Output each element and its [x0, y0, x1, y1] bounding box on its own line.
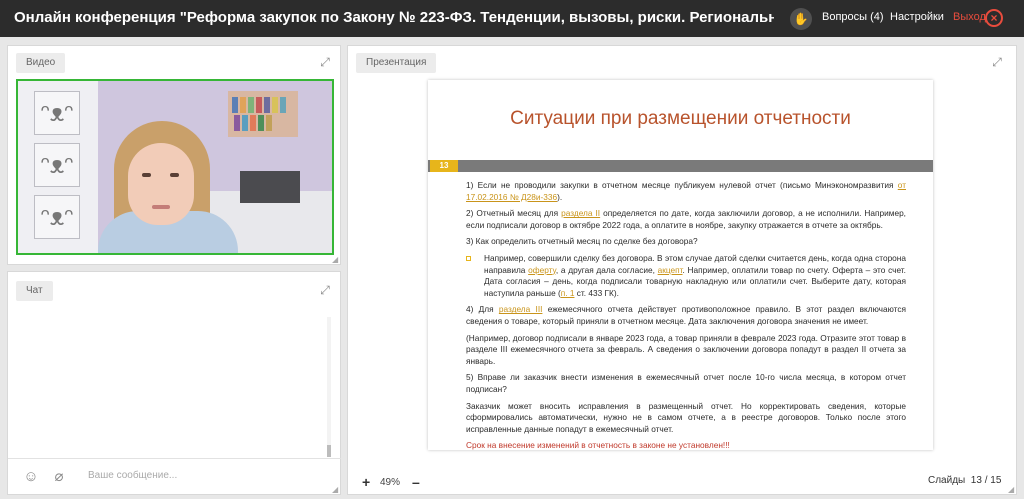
top-bar: Онлайн конференция "Реформа закупок по З… — [0, 0, 1024, 37]
slide-paragraph: Заказчик может вносить исправления в раз… — [466, 400, 906, 434]
expand-icon[interactable]: ⤢ — [988, 53, 1006, 71]
current-slide: 13 — [970, 475, 982, 486]
slide-link[interactable]: п. 1 — [561, 288, 575, 298]
tab-chat[interactable]: Чат — [16, 281, 53, 301]
total-slides: 15 — [990, 475, 1002, 486]
questions-button[interactable]: Вопросы (4) — [822, 11, 884, 23]
slide-paragraph: 2) Отчетный месяц для раздела II определ… — [466, 208, 906, 230]
slide-link[interactable]: раздела II — [561, 208, 600, 218]
chat-input-bar: ☺ ⌀ Ваше сообщение... — [8, 458, 341, 494]
tab-presentation[interactable]: Презентация — [356, 53, 437, 73]
close-circle-icon[interactable]: × — [985, 9, 1003, 27]
settings-button[interactable]: Настройки — [890, 11, 944, 23]
presentation-slide: Ситуации при размещении отчетности 13 1)… — [428, 80, 933, 450]
slide-title: Ситуации при размещении отчетности — [510, 108, 851, 129]
slide-link[interactable]: акцепт — [658, 265, 683, 275]
video-panel: Видео ⤢ ᵔᴥᵔ ᵔᴥᵔ ᵔᴥᵔ ◢ — [7, 45, 341, 265]
slide-footer-note: Срок на внесение изменений в отчетность … — [466, 440, 730, 450]
slide-divider — [428, 160, 933, 172]
zoom-out-button[interactable]: – — [412, 474, 420, 490]
presentation-panel: Презентация ⤢ Ситуации при размещении от… — [347, 45, 1017, 495]
expand-icon[interactable]: ⤢ — [316, 53, 334, 71]
slide-number-badge: 13 — [430, 160, 458, 172]
slide-counter: Слайды 13 / 15 — [928, 475, 1002, 486]
slide-paragraph: 1) Если не проводили закупки в отчетном … — [466, 180, 906, 202]
hand-icon[interactable]: ✋ — [790, 8, 812, 30]
slide-paragraph: 5) Вправе ли заказчик внести изменения в… — [466, 372, 906, 394]
exit-button[interactable]: Выход — [953, 11, 986, 23]
emoji-icon[interactable]: ☺ — [22, 468, 40, 486]
expand-icon[interactable]: ⤢ — [316, 281, 334, 299]
slide-paragraph: 4) Для раздела III ежемесячного отчета д… — [466, 304, 906, 326]
bullet-square-icon — [466, 255, 471, 261]
video-stream: ᵔᴥᵔ ᵔᴥᵔ ᵔᴥᵔ — [16, 79, 334, 255]
chat-scrollbar[interactable] — [327, 317, 331, 457]
slide-bullet: Например, совершили сделку без договора.… — [466, 253, 906, 299]
message-input[interactable]: Ваше сообщение... — [88, 470, 177, 481]
chat-panel: Чат ⤢ ☺ ⌀ Ваше сообщение... ◢ — [7, 271, 341, 495]
tab-video[interactable]: Видео — [16, 53, 66, 73]
conference-title: Онлайн конференция "Реформа закупок по З… — [14, 9, 774, 26]
slide-body: 1) Если не проводили закупки в отчетном … — [466, 180, 906, 450]
slide-paragraph: (Например, договор подписали в январе 20… — [466, 332, 906, 366]
zoom-level: 49% — [380, 477, 401, 488]
zoom-in-button[interactable]: + — [362, 474, 370, 490]
slide-paragraph: 3) Как определить отчетный месяц по сдел… — [466, 236, 698, 247]
paperclip-icon[interactable]: ⌀ — [50, 468, 68, 486]
slide-link[interactable]: раздела III — [499, 304, 543, 314]
slide-link[interactable]: оферту — [528, 265, 556, 275]
